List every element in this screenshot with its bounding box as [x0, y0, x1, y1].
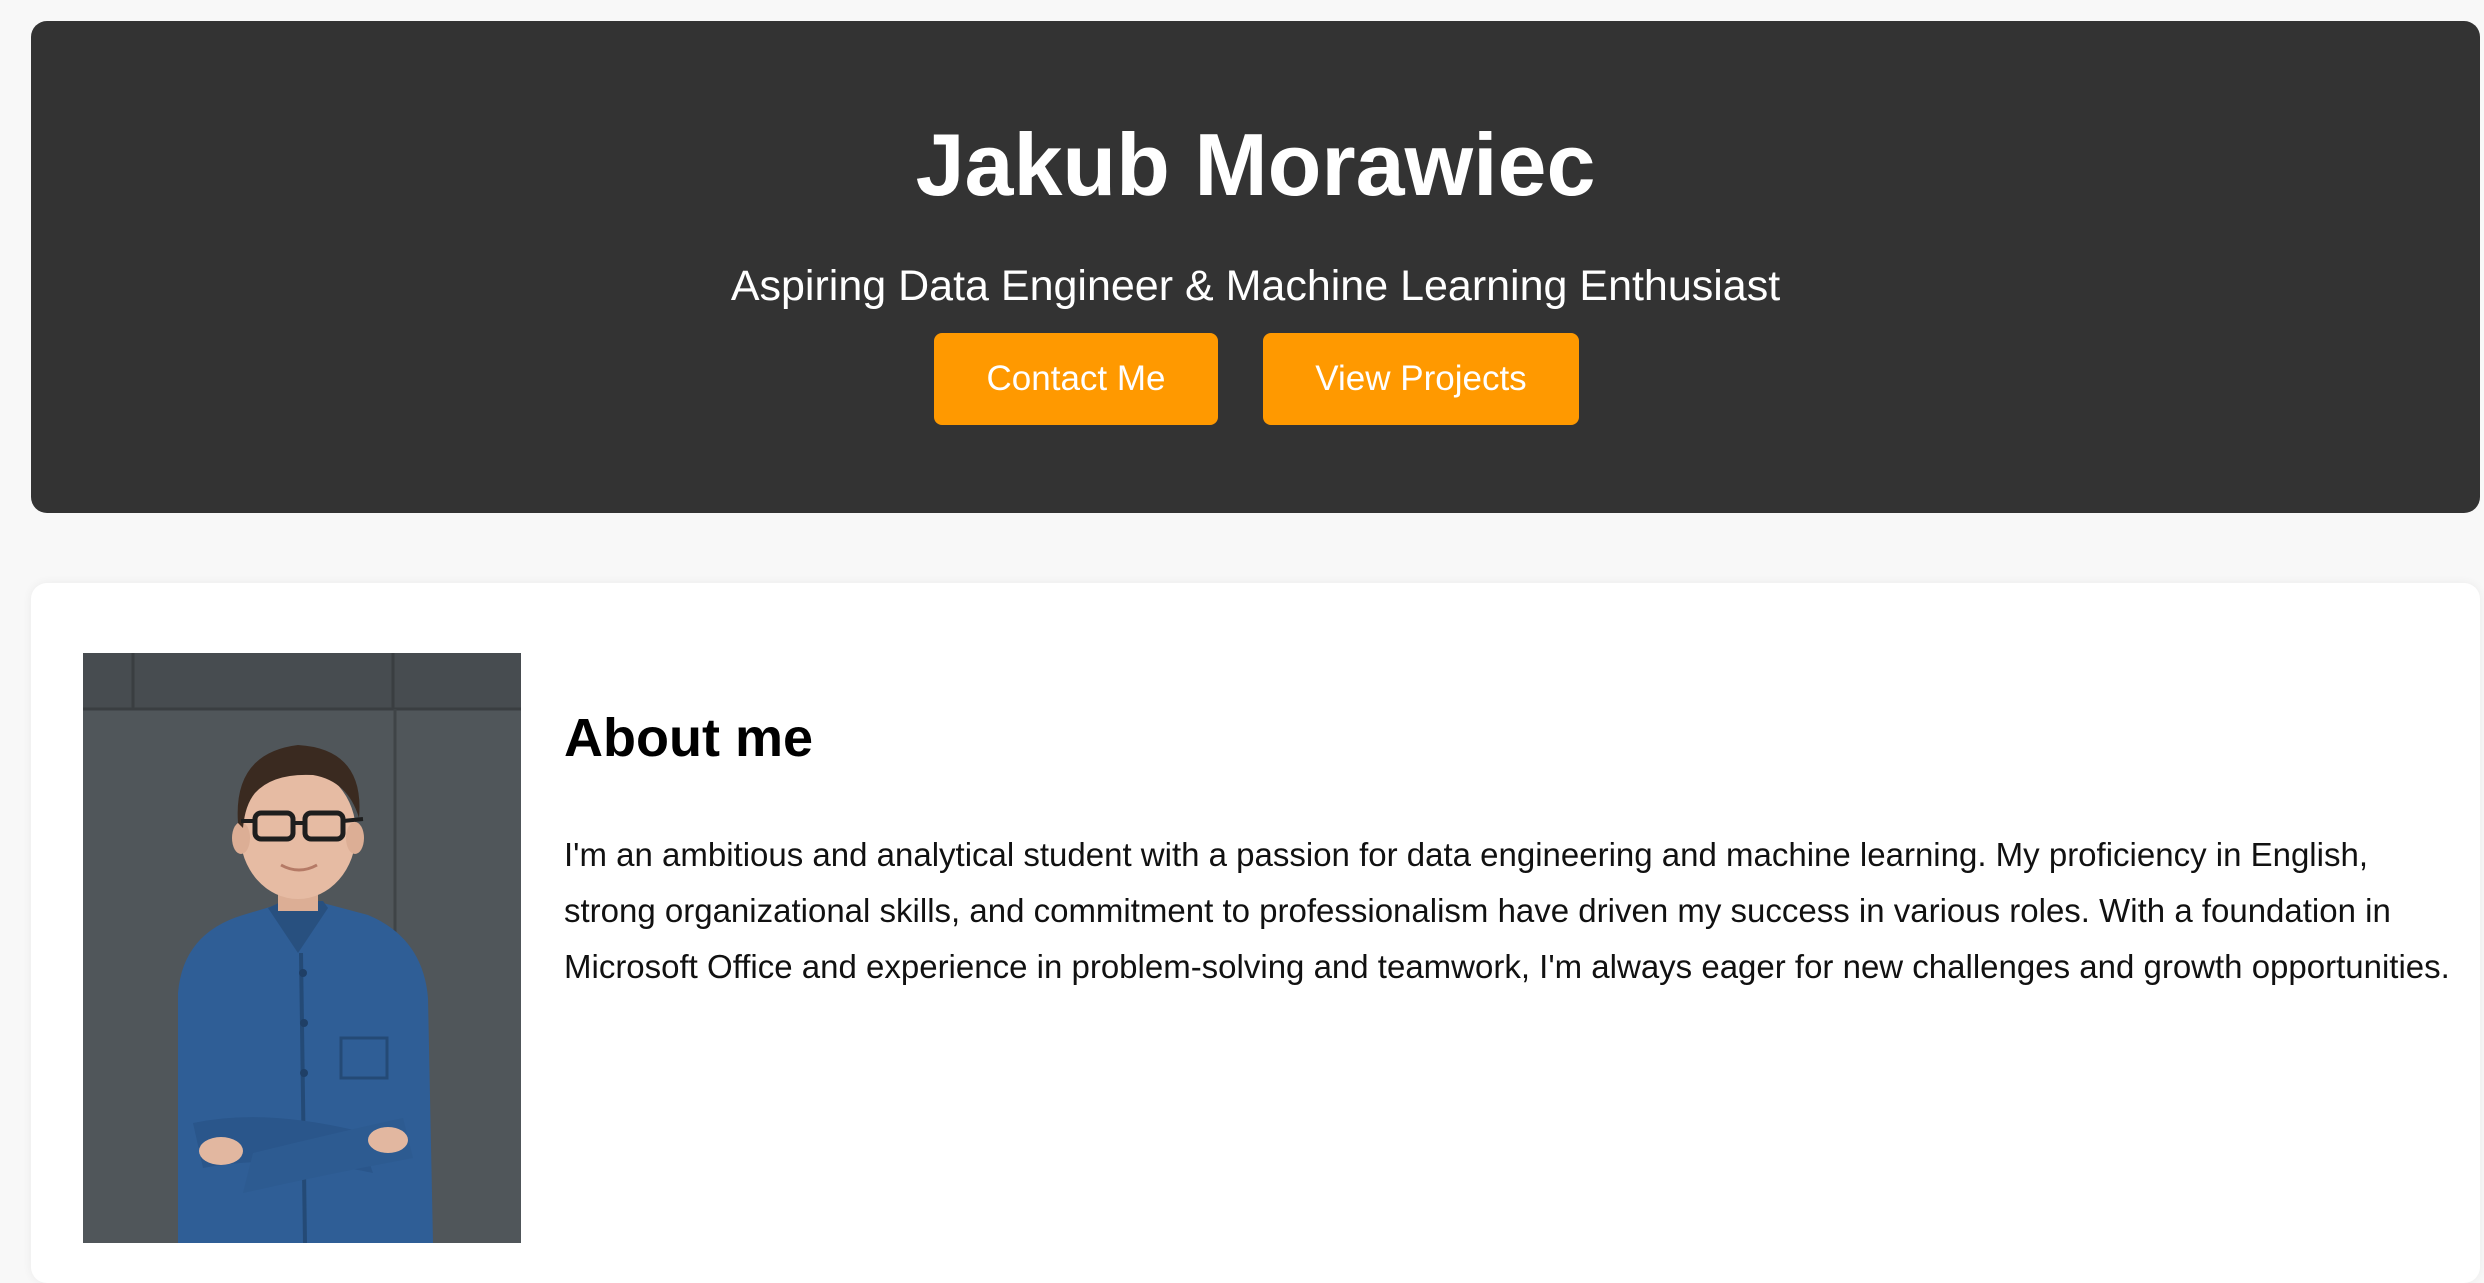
- about-body: I'm an ambitious and analytical student …: [564, 836, 2450, 985]
- view-projects-button[interactable]: View Projects: [1263, 333, 1579, 425]
- about-section: About me I'm an ambitious and analytical…: [31, 583, 2480, 1283]
- about-heading: About me: [564, 708, 813, 768]
- contact-me-button[interactable]: Contact Me: [934, 333, 1218, 425]
- about-text: About me I'm an ambitious and analytical…: [564, 703, 2464, 995]
- hero-tagline: Aspiring Data Engineer & Machine Learnin…: [730, 262, 1781, 310]
- hero-buttons: Contact Me View Projects: [31, 333, 2480, 425]
- page-title: Jakub Morawiec: [915, 115, 1596, 214]
- profile-photo-illustration: [83, 653, 521, 1243]
- hero-section: Jakub Morawiec Aspiring Data Engineer & …: [31, 21, 2480, 513]
- profile-photo: [83, 653, 521, 1243]
